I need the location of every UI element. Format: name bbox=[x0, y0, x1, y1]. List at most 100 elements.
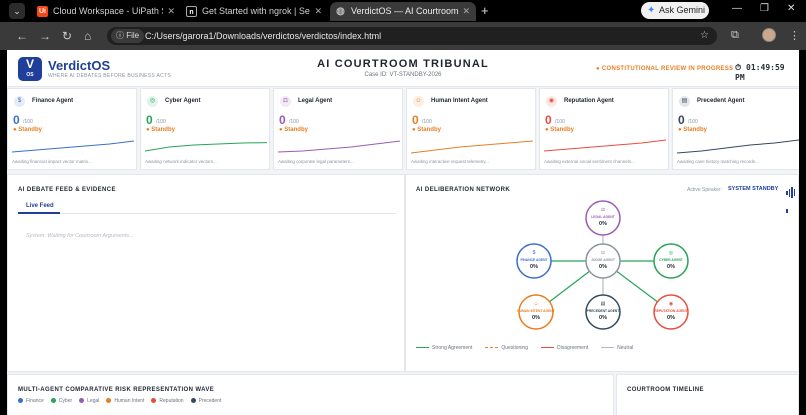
feed-placeholder: System: Waiting for Courtroom Arguments.… bbox=[26, 233, 134, 239]
window-close-icon[interactable]: ✕ bbox=[787, 3, 795, 14]
agent-description: Awaiting corporate legal parameters... bbox=[278, 159, 354, 164]
agent-icon: $ bbox=[14, 96, 25, 107]
agent-score: 0 bbox=[545, 113, 552, 127]
reload-icon[interactable]: ↻ bbox=[62, 28, 72, 44]
network-node[interactable]: ⚖ LEGAL AGENT 0% bbox=[585, 200, 621, 236]
agent-description: Awaiting external social sentiment chann… bbox=[544, 159, 635, 164]
agent-name: Reputation Agent bbox=[564, 98, 614, 104]
network-node[interactable]: ◎ CYBER AGENT 0% bbox=[653, 243, 689, 279]
risk-legend-item[interactable]: Finance bbox=[18, 398, 44, 404]
agent-card[interactable]: ◎ Cyber Agent 0/100 ● Standby Awaiting netwo… bbox=[140, 88, 270, 170]
network-node-percent: 0% bbox=[599, 264, 607, 270]
agent-score-max: /100 bbox=[156, 119, 166, 125]
close-tab-icon[interactable]: ✕ bbox=[462, 2, 470, 21]
network-node-icon: ▤ bbox=[601, 301, 606, 307]
agent-score: 0 bbox=[146, 113, 153, 127]
restore-icon[interactable]: ❐ bbox=[760, 3, 769, 14]
bookmark-star-icon[interactable]: ☆ bbox=[700, 27, 709, 45]
address-toolbar: ← → ↻ ⌂ ⓘ File C:/Users/garora1/Download… bbox=[0, 22, 806, 50]
legend-label: Cyber bbox=[58, 398, 73, 404]
tab-title: Cloud Workspace - UiPath Studio bbox=[53, 6, 163, 16]
verdictos-page: V OS VerdictOS WHERE AI DEBATES BEFORE BU… bbox=[7, 50, 799, 415]
legend-label: Disagreement bbox=[557, 345, 589, 351]
legend-label: Neutral bbox=[617, 345, 634, 351]
network-node-label: LEGAL AGENT bbox=[591, 215, 614, 219]
risk-wave-panel: MULTI-AGENT COMPARATIVE RISK REPRESENTAT… bbox=[7, 374, 614, 415]
risk-title: MULTI-AGENT COMPARATIVE RISK REPRESENTAT… bbox=[18, 387, 215, 393]
browser-tab-strip: ⌄ Ui Cloud Workspace - UiPath Studio ✕ n… bbox=[0, 0, 806, 22]
agent-card[interactable]: ▤ Precedent Agent 0/100 ● Standby Awaiting c… bbox=[672, 88, 799, 170]
legend-dot bbox=[18, 398, 23, 404]
close-tab-icon[interactable]: ✕ bbox=[167, 2, 175, 21]
network-node[interactable]: ▤ PRECEDENT AGENT 0% bbox=[585, 294, 621, 330]
profile-avatar[interactable] bbox=[762, 28, 776, 42]
agent-cards-row: $ Finance Agent 0/100 ● Standby Awaiting fin… bbox=[7, 87, 799, 171]
risk-legend-item[interactable]: Human Intent bbox=[106, 398, 144, 404]
legend-line bbox=[541, 347, 554, 349]
home-icon[interactable]: ⌂ bbox=[84, 28, 91, 44]
agent-status: ● Standby bbox=[412, 127, 441, 133]
agent-sparkline bbox=[278, 140, 400, 153]
ask-gemini-label: Ask Gemini bbox=[659, 5, 706, 15]
network-node-percent: 0% bbox=[599, 315, 607, 321]
debate-feed-panel: AI DEBATE FEED & EVIDENCE Live Feed Syst… bbox=[7, 174, 405, 372]
back-arrow-icon[interactable]: ← bbox=[16, 28, 28, 44]
agent-card[interactable]: ☺ Human Intent Agent 0/100 ● Standby Awaitin… bbox=[406, 88, 536, 170]
minimize-icon[interactable]: — bbox=[732, 3, 742, 14]
legend-dot bbox=[106, 398, 112, 404]
agent-icon: ◎ bbox=[147, 96, 158, 107]
ngrok-favicon-icon: n bbox=[186, 6, 197, 17]
tab-live-feed[interactable]: Live Feed bbox=[18, 201, 396, 214]
agent-card[interactable]: ◉ Reputation Agent 0/100 ● Standby Awaiting … bbox=[539, 88, 669, 170]
agent-card[interactable]: $ Finance Agent 0/100 ● Standby Awaiting fin… bbox=[7, 88, 137, 170]
tab-ngrok[interactable]: n Get Started with ngrok | Setup ✕ bbox=[181, 2, 328, 21]
network-node-icon: ◎ bbox=[669, 250, 674, 256]
kebab-menu-icon[interactable]: ⋮ bbox=[789, 29, 800, 42]
deliberation-network-panel: AI DELIBERATION NETWORK Active Speaker: … bbox=[405, 174, 799, 372]
agent-description: Awaiting case history matching records..… bbox=[677, 159, 759, 164]
deliberation-network-graph: ⚖ LEGAL AGENT 0% $ FINANCE AGENT 0% ⚖ JUDGE AGE… bbox=[516, 200, 689, 330]
risk-legend-item[interactable]: Reputation bbox=[151, 398, 184, 404]
ask-gemini-button[interactable]: ✦ Ask Gemini bbox=[641, 2, 709, 19]
network-node[interactable]: ◉ REPUTATION AGENT 0% bbox=[653, 294, 689, 330]
agent-description: Awaiting financial impact vector matrix.… bbox=[12, 159, 92, 164]
risk-legend-item[interactable]: Precedent bbox=[190, 398, 221, 404]
network-node-percent: 0% bbox=[530, 264, 538, 270]
agent-score: 0 bbox=[678, 113, 685, 127]
agent-name: Precedent Agent bbox=[697, 98, 745, 104]
legend-label: Reputation bbox=[159, 398, 184, 404]
risk-legend-item[interactable]: Cyber bbox=[50, 398, 73, 404]
agent-score-max: /100 bbox=[289, 119, 299, 125]
tab-uipath[interactable]: Ui Cloud Workspace - UiPath Studio ✕ bbox=[32, 2, 181, 21]
forward-arrow-icon[interactable]: → bbox=[39, 28, 51, 44]
extensions-puzzle-icon[interactable]: ⧉ bbox=[731, 29, 739, 42]
network-node-icon: ◉ bbox=[669, 301, 674, 307]
risk-legend-item[interactable]: Legal bbox=[79, 398, 99, 404]
agent-card[interactable]: ⚖ Legal Agent 0/100 ● Standby Awaiting corpo… bbox=[273, 88, 403, 170]
agent-score: 0 bbox=[279, 113, 286, 127]
network-node-label: REPUTATION AGENT bbox=[654, 309, 687, 313]
agent-name: Cyber Agent bbox=[165, 98, 201, 104]
network-legend: Strong Agreement Questioning Disagreement N… bbox=[416, 345, 646, 351]
live-feed-label: Live Feed bbox=[26, 203, 54, 209]
network-node-icon: ⚖ bbox=[601, 207, 606, 213]
session-clock: ⏱ 01:49:59 PM bbox=[735, 63, 785, 82]
tab-search-chevron-icon[interactable]: ⌄ bbox=[9, 3, 25, 19]
agent-score: 0 bbox=[412, 113, 419, 127]
legend-dot bbox=[151, 398, 157, 404]
agent-score-max: /100 bbox=[688, 119, 698, 125]
new-tab-plus-icon[interactable]: + bbox=[481, 2, 489, 19]
agent-score-max: /100 bbox=[422, 119, 432, 125]
file-info-chip[interactable]: ⓘ File bbox=[111, 29, 145, 43]
network-node[interactable]: $ FINANCE AGENT 0% bbox=[516, 243, 552, 279]
close-tab-icon[interactable]: ✕ bbox=[314, 2, 322, 21]
file-chip-label: File bbox=[126, 31, 140, 40]
address-bar[interactable]: ⓘ File C:/Users/garora1/Downloads/verdic… bbox=[107, 27, 717, 45]
network-node[interactable]: ☺ HUMAN INTENT AGENT 0% bbox=[517, 294, 555, 330]
legend-label: Questioning bbox=[501, 345, 528, 351]
agent-icon: ☺ bbox=[413, 96, 424, 107]
tab-verdictos[interactable]: ◍ VerdictOS — AI Courtroom Tribunal ✕ bbox=[330, 2, 476, 21]
globe-icon: ◍ bbox=[336, 6, 345, 17]
network-node[interactable]: ⚖ JUDGE AGENT 0% bbox=[585, 243, 621, 279]
network-legend-item: Strong Agreement bbox=[416, 345, 472, 351]
